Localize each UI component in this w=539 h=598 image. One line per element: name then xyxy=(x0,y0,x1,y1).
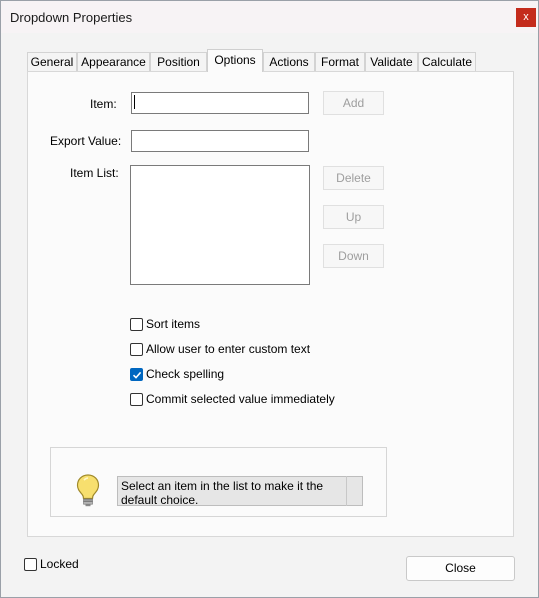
hint-text: Select an item in the list to make it th… xyxy=(117,476,363,507)
window-title: Dropdown Properties xyxy=(10,10,133,25)
checkmark-icon xyxy=(132,371,142,379)
up-button[interactable]: Up xyxy=(323,205,384,229)
export-value-label: Export Value: xyxy=(50,134,122,148)
checkbox-box-checked[interactable] xyxy=(130,368,143,381)
checkbox-label: Check spelling xyxy=(146,367,225,381)
tab-options[interactable]: Options xyxy=(207,49,263,72)
hint-text-divider xyxy=(346,476,363,506)
title-bar: Dropdown Properties x xyxy=(1,1,538,33)
locked-label: Locked xyxy=(40,557,79,571)
item-list-box[interactable] xyxy=(130,165,310,285)
down-button[interactable]: Down xyxy=(323,244,384,268)
close-button[interactable]: Close xyxy=(406,556,515,581)
item-list-label: Item List: xyxy=(70,166,119,180)
tab-calculate[interactable]: Calculate xyxy=(418,52,476,71)
hint-box: Select an item in the list to make it th… xyxy=(50,447,387,517)
item-input[interactable] xyxy=(131,92,309,114)
checkbox-box[interactable] xyxy=(24,558,37,571)
dropdown-properties-dialog: Dropdown Properties x General Appearance… xyxy=(0,0,539,598)
checkbox-label: Sort items xyxy=(146,317,201,331)
tab-actions[interactable]: Actions xyxy=(263,52,315,71)
export-value-input[interactable] xyxy=(131,130,309,152)
delete-button[interactable]: Delete xyxy=(323,166,384,190)
lightbulb-icon xyxy=(76,474,100,507)
add-button[interactable]: Add xyxy=(323,91,384,115)
text-caret xyxy=(134,95,135,109)
item-label: Item: xyxy=(90,97,117,111)
tab-appearance[interactable]: Appearance xyxy=(77,52,150,71)
checkbox-box[interactable] xyxy=(130,318,143,331)
checkbox-box[interactable] xyxy=(130,343,143,356)
checkbox-box[interactable] xyxy=(130,393,143,406)
tab-format[interactable]: Format xyxy=(315,52,365,71)
tab-position[interactable]: Position xyxy=(150,52,207,71)
tab-general[interactable]: General xyxy=(27,52,77,71)
checkbox-label: Commit selected value immediately xyxy=(146,392,335,406)
tab-validate[interactable]: Validate xyxy=(365,52,418,71)
checkbox-label: Allow user to enter custom text xyxy=(146,342,311,356)
window-close-button[interactable]: x xyxy=(516,8,536,27)
